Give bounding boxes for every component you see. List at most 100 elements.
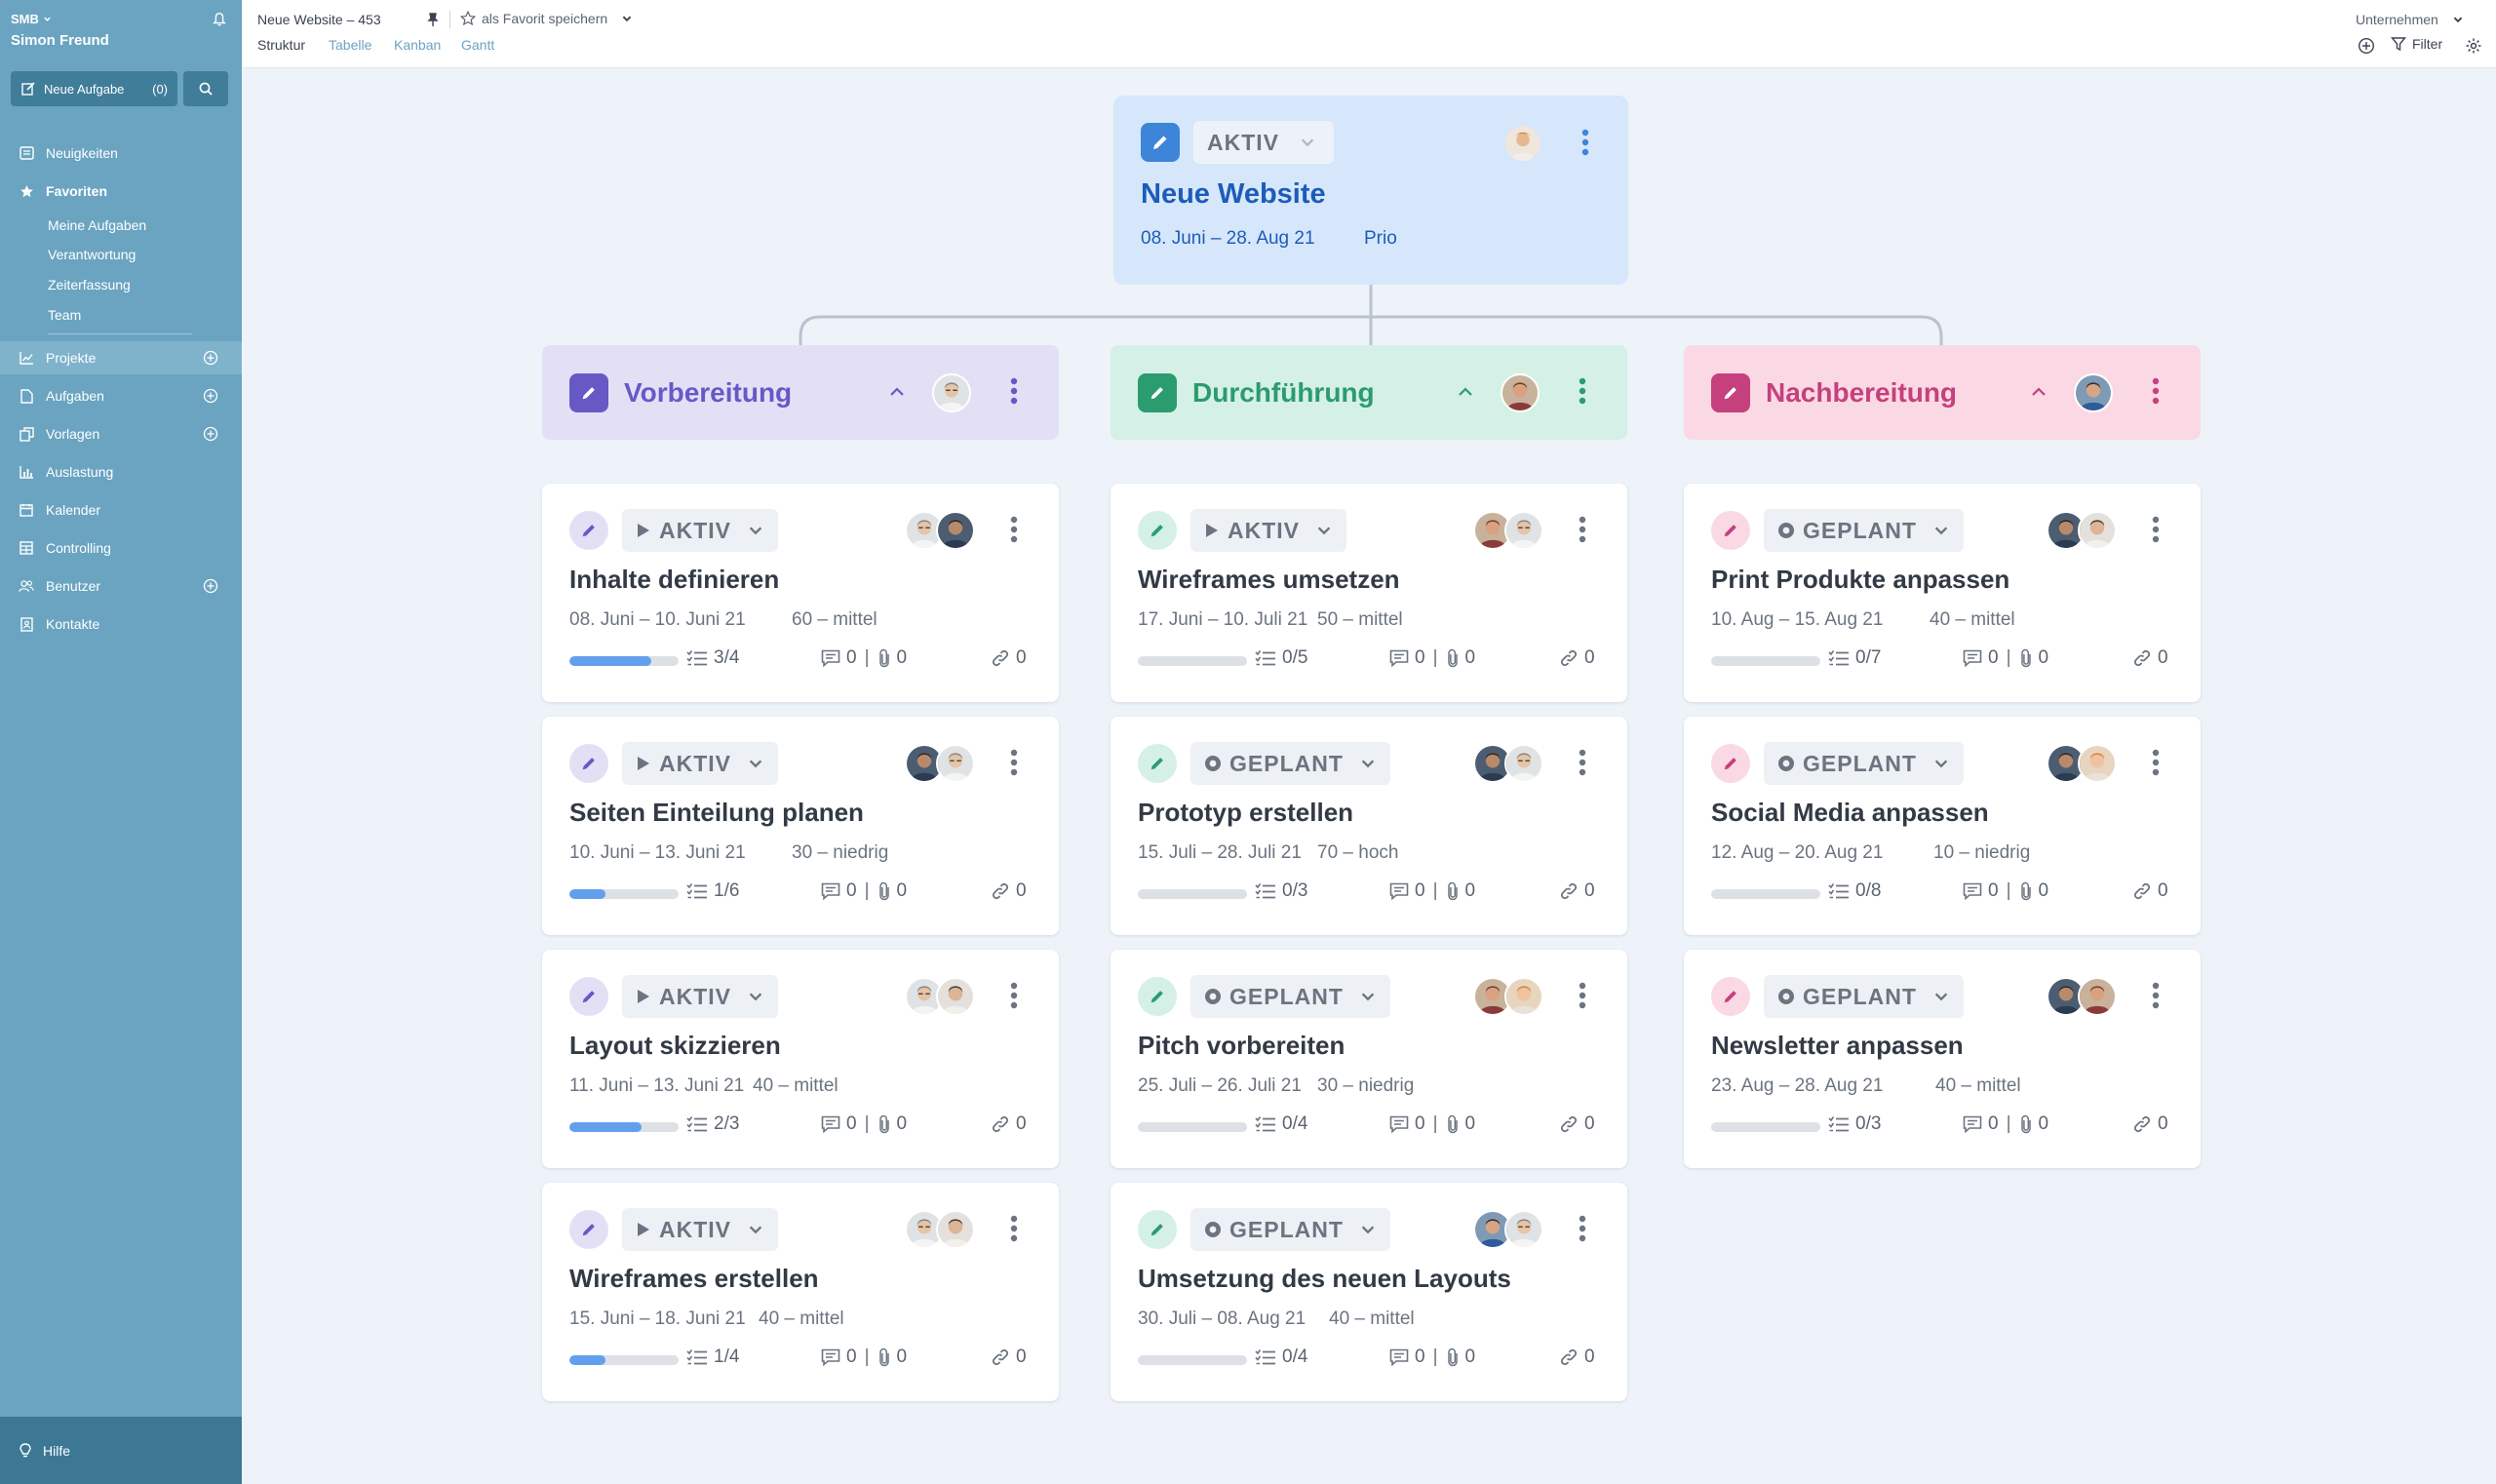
more-vertical-icon[interactable]: [1577, 749, 1588, 776]
subtask-counter[interactable]: 0/8: [1828, 880, 1881, 902]
edit-button[interactable]: [569, 511, 608, 550]
edit-button[interactable]: [1141, 123, 1180, 162]
task-card[interactable]: GEPLANT Pitch vorbereiten 25. Juli – 26. J…: [1111, 950, 1627, 1168]
edit-button[interactable]: [1711, 373, 1750, 412]
avatar[interactable]: [936, 511, 975, 550]
avatar[interactable]: [932, 373, 971, 412]
link-counter[interactable]: 0: [1559, 1347, 1595, 1368]
link-counter[interactable]: 0: [991, 1347, 1027, 1368]
more-vertical-icon[interactable]: [2150, 516, 2162, 543]
task-title[interactable]: Social Media anpassen: [1711, 798, 1989, 828]
subtask-counter[interactable]: 1/6: [686, 880, 739, 902]
avatar[interactable]: [1504, 977, 1543, 1016]
avatar[interactable]: [2078, 744, 2117, 783]
avatar[interactable]: [936, 977, 975, 1016]
link-counter[interactable]: 0: [991, 647, 1027, 669]
collapse-button[interactable]: [887, 382, 907, 407]
task-card[interactable]: GEPLANT Social Media anpassen 12. Aug – 20…: [1684, 717, 2201, 935]
edit-button[interactable]: [1711, 744, 1750, 783]
more-vertical-icon[interactable]: [1577, 516, 1588, 543]
edit-button[interactable]: [1138, 977, 1177, 1016]
status-dropdown[interactable]: AKTIV: [622, 975, 778, 1018]
collapse-button[interactable]: [1456, 382, 1475, 407]
subtask-counter[interactable]: 0/5: [1255, 647, 1307, 669]
more-vertical-icon[interactable]: [1577, 1215, 1588, 1242]
task-title[interactable]: Wireframes umsetzen: [1138, 565, 1400, 595]
edit-button[interactable]: [569, 1210, 608, 1249]
more-vertical-icon[interactable]: [1008, 1215, 1020, 1242]
subtask-counter[interactable]: 2/3: [686, 1113, 739, 1135]
avatar[interactable]: [2078, 977, 2117, 1016]
more-vertical-icon[interactable]: [1580, 129, 1591, 156]
project-root-card[interactable]: AKTIV Neue Website 08. Juni – 28. Aug 21…: [1113, 96, 1628, 285]
task-title[interactable]: Wireframes erstellen: [569, 1264, 819, 1294]
link-counter[interactable]: 0: [2132, 1113, 2168, 1135]
edit-button[interactable]: [1138, 744, 1177, 783]
subtask-counter[interactable]: 3/4: [686, 647, 739, 669]
link-counter[interactable]: 0: [1559, 1113, 1595, 1135]
status-dropdown[interactable]: GEPLANT: [1190, 1208, 1390, 1251]
chevron-up-icon[interactable]: [1456, 382, 1475, 402]
more-vertical-icon[interactable]: [1008, 516, 1020, 543]
status-dropdown[interactable]: AKTIV: [622, 742, 778, 785]
subtask-counter[interactable]: 1/4: [686, 1347, 739, 1368]
task-title[interactable]: Prototyp erstellen: [1138, 798, 1353, 828]
subtask-counter[interactable]: 0/3: [1255, 880, 1307, 902]
more-vertical-icon[interactable]: [1008, 377, 1020, 405]
avatar[interactable]: [2078, 511, 2117, 550]
link-counter[interactable]: 0: [991, 1113, 1027, 1135]
link-counter[interactable]: 0: [991, 880, 1027, 902]
edit-button[interactable]: [1711, 977, 1750, 1016]
task-card[interactable]: AKTIV Inhalte definieren 08. Juni – 10. Ju…: [542, 484, 1059, 702]
more-vertical-icon[interactable]: [2150, 377, 2162, 405]
avatar[interactable]: [2074, 373, 2113, 412]
task-title[interactable]: Umsetzung des neuen Layouts: [1138, 1264, 1511, 1294]
task-card[interactable]: AKTIV Seiten Einteilung planen 10. Juni – …: [542, 717, 1059, 935]
status-dropdown[interactable]: GEPLANT: [1764, 742, 1964, 785]
avatar[interactable]: [1504, 1210, 1543, 1249]
task-title[interactable]: Seiten Einteilung planen: [569, 798, 864, 828]
task-card[interactable]: AKTIV Wireframes umsetzen 17. Juni – 10. J…: [1111, 484, 1627, 702]
more-vertical-icon[interactable]: [1577, 982, 1588, 1009]
avatar[interactable]: [1501, 373, 1540, 412]
status-dropdown[interactable]: GEPLANT: [1190, 742, 1390, 785]
link-counter[interactable]: 0: [1559, 647, 1595, 669]
task-title[interactable]: Layout skizzieren: [569, 1031, 781, 1061]
edit-button[interactable]: [1138, 373, 1177, 412]
avatar[interactable]: [936, 744, 975, 783]
avatar[interactable]: [1504, 744, 1543, 783]
status-dropdown[interactable]: GEPLANT: [1190, 975, 1390, 1018]
link-counter[interactable]: 0: [2132, 647, 2168, 669]
more-vertical-icon[interactable]: [1008, 982, 1020, 1009]
more-vertical-icon[interactable]: [1008, 749, 1020, 776]
link-counter[interactable]: 0: [1559, 880, 1595, 902]
status-dropdown[interactable]: GEPLANT: [1764, 975, 1964, 1018]
subtask-counter[interactable]: 0/4: [1255, 1113, 1307, 1135]
more-vertical-icon[interactable]: [2150, 749, 2162, 776]
status-dropdown[interactable]: GEPLANT: [1764, 509, 1964, 552]
more-vertical-icon[interactable]: [2150, 982, 2162, 1009]
task-card[interactable]: GEPLANT Umsetzung des neuen Layouts 30. Ju…: [1111, 1183, 1627, 1401]
task-title[interactable]: Newsletter anpassen: [1711, 1031, 1964, 1061]
phase-card-nachbereitung[interactable]: Nachbereitung: [1684, 345, 2201, 440]
task-card[interactable]: AKTIV Wireframes erstellen 15. Juni – 18. …: [542, 1183, 1059, 1401]
subtask-counter[interactable]: 0/7: [1828, 647, 1881, 669]
edit-button[interactable]: [1138, 1210, 1177, 1249]
status-dropdown[interactable]: AKTIV: [1190, 509, 1346, 552]
chevron-up-icon[interactable]: [887, 382, 907, 402]
task-title[interactable]: Print Produkte anpassen: [1711, 565, 2009, 595]
collapse-button[interactable]: [2029, 382, 2048, 407]
edit-button[interactable]: [569, 744, 608, 783]
task-card[interactable]: GEPLANT Print Produkte anpassen 10. Aug – …: [1684, 484, 2201, 702]
edit-button[interactable]: [1711, 511, 1750, 550]
avatar[interactable]: [1504, 511, 1543, 550]
subtask-counter[interactable]: 0/3: [1828, 1113, 1881, 1135]
subtask-counter[interactable]: 0/4: [1255, 1347, 1307, 1368]
task-title[interactable]: Pitch vorbereiten: [1138, 1031, 1345, 1061]
task-card[interactable]: GEPLANT Prototyp erstellen 15. Juli – 28. …: [1111, 717, 1627, 935]
edit-button[interactable]: [569, 373, 608, 412]
edit-button[interactable]: [1138, 511, 1177, 550]
task-title[interactable]: Inhalte definieren: [569, 565, 779, 595]
phase-card-durchführung[interactable]: Durchführung: [1111, 345, 1627, 440]
more-vertical-icon[interactable]: [1577, 377, 1588, 405]
